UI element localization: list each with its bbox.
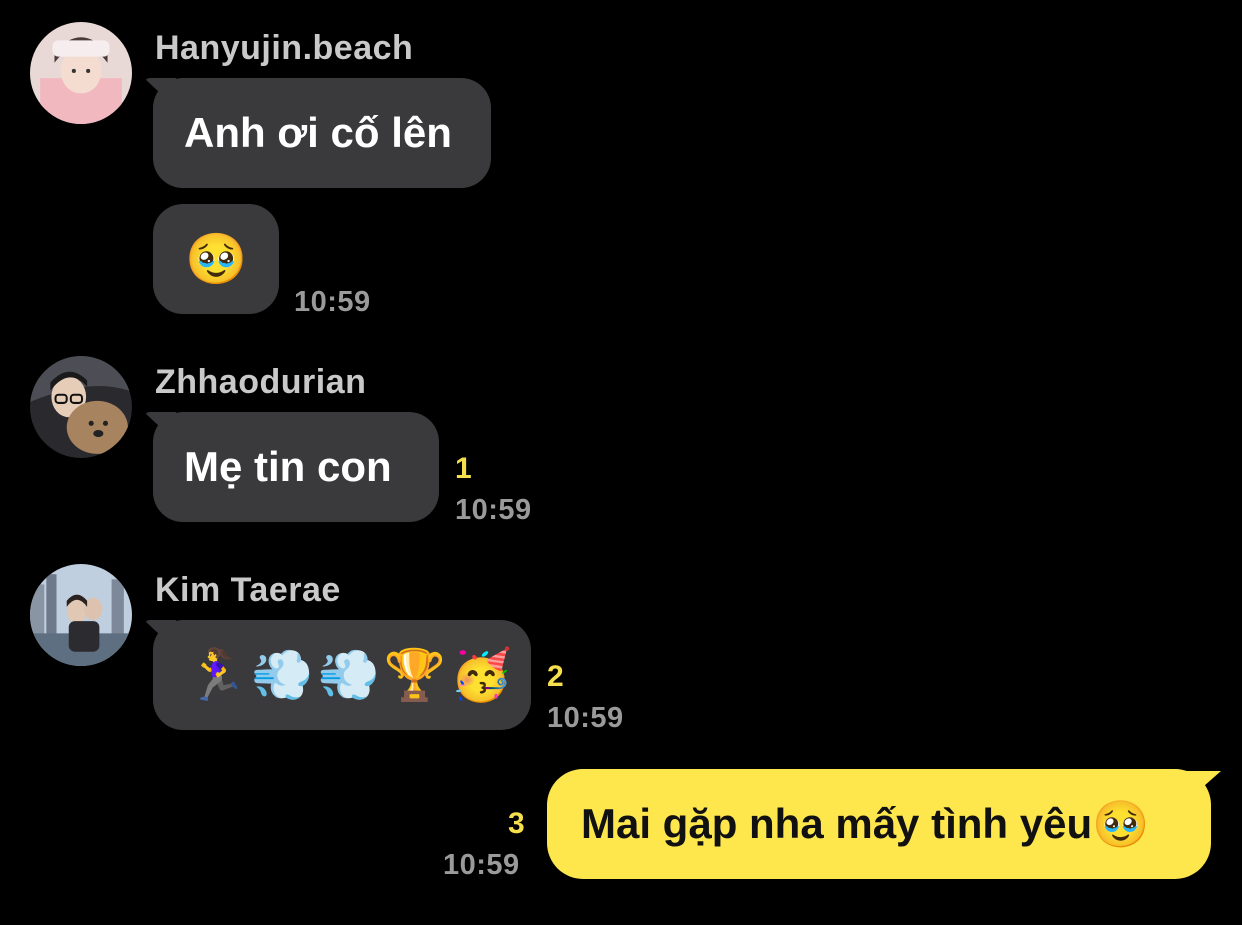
pleading-face-emoji: 🥹 [1092,796,1150,851]
message-time: 10:59 [294,286,371,318]
unread-count: 3 [508,807,525,840]
sender-name: Zhhaodurian [155,363,367,401]
message-bubble[interactable]: Anh ơi cố lên [153,78,491,188]
avatar-zhhaodurian[interactable] [30,356,132,458]
message-time: 10:59 [455,494,532,526]
message-text: Anh ơi cố lên [184,109,452,156]
unread-count: 1 [455,452,472,485]
avatar-photo-icon [30,22,132,124]
outgoing-message-bubble[interactable]: Mai gặp nha mấy tình yêu 🥹 [547,769,1211,879]
avatar-photo-icon [30,356,132,458]
sender-name: Hanyujin.beach [155,29,414,67]
message-time: 10:59 [443,849,520,881]
message-bubble[interactable]: 🏃‍♀️💨💨🏆🥳 [153,620,531,730]
avatar-kim-taerae[interactable] [30,564,132,666]
message-bubble[interactable]: 🥹 [153,204,279,314]
avatar-hanyujin[interactable] [30,22,132,124]
message-bubble[interactable]: Mẹ tin con [153,412,439,522]
avatar-photo-icon [30,564,132,666]
pleading-face-emoji: 🥹 [185,229,248,288]
message-text: Mẹ tin con [184,443,392,490]
message-time: 10:59 [547,702,624,734]
message-text: Mai gặp nha mấy tình yêu [581,800,1093,847]
unread-count: 2 [547,660,564,693]
runner-dash-trophy-party-emoji: 🏃‍♀️💨💨🏆🥳 [185,645,517,704]
sender-name: Kim Taerae [155,571,341,609]
